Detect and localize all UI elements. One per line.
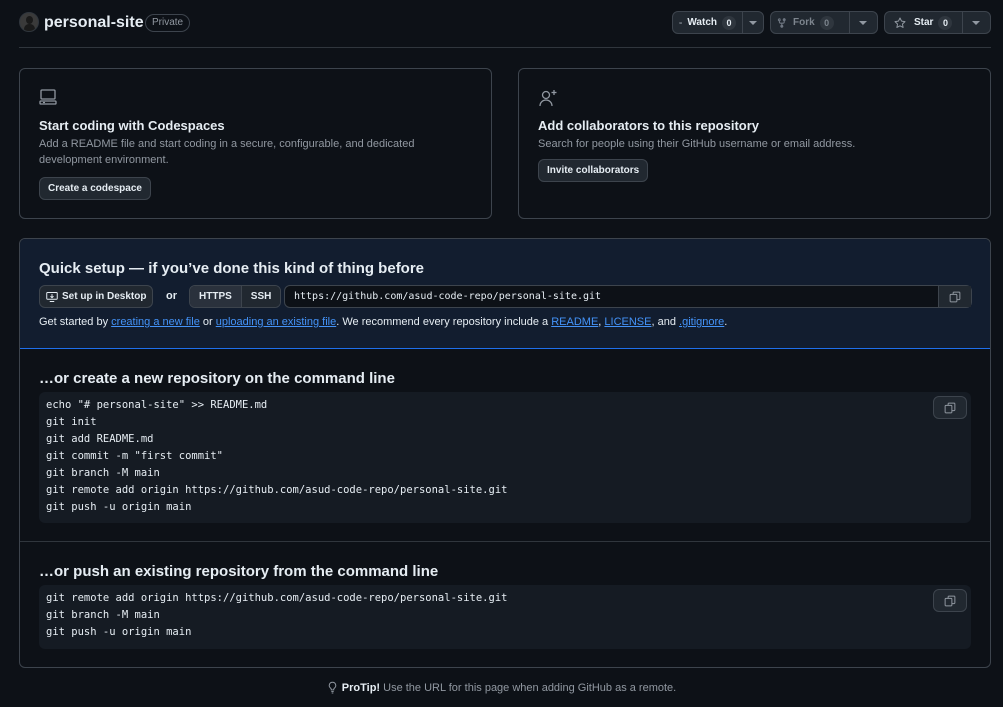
codespaces-title: Start coding with Codespaces [39,118,225,133]
header-divider [19,47,991,48]
watch-button-group: Watch 0 [672,11,764,34]
copy-icon [949,291,961,302]
star-button[interactable]: Star 0 [885,12,963,33]
fork-dropdown-button[interactable] [850,12,877,33]
copy-new-repo-button[interactable] [933,396,967,419]
copy-icon [944,402,956,413]
setup-in-desktop-label: Set up in Desktop [62,291,147,302]
create-codespace-button[interactable]: Create a codespace [39,177,151,200]
visibility-badge: Private [145,14,191,32]
star-button-group: Star 0 [884,11,991,34]
fork-label: Fork [793,17,815,28]
new-repo-section: …or create a new repository on the comma… [20,349,990,541]
code-line: git push -u origin main [46,626,192,638]
fork-button-group: Fork 0 [770,11,878,34]
code-line: git branch -M main [46,467,160,479]
chevron-down-icon [749,20,757,25]
clone-url-field [284,285,972,308]
star-icon [894,16,906,28]
owner-avatar[interactable] [19,12,39,32]
hint-text: , and [651,316,680,328]
codespaces-card: Start coding with Codespaces Add a READM… [19,68,492,219]
codespaces-icon [39,89,57,105]
codespaces-description: Add a README file and start coding in a … [39,138,415,166]
or-separator: or [166,290,177,302]
hint-text: . We recommend every repository include … [336,316,552,328]
code-line: git init [46,416,97,428]
upload-existing-file-link[interactable]: uploading an existing file [216,316,336,328]
setup-box: Quick setup — if you’ve done this kind o… [19,238,991,668]
protip: ProTip! Use the URL for this page when a… [0,681,1003,697]
watch-button[interactable]: Watch 0 [673,12,743,33]
create-new-file-link[interactable]: creating a new file [111,316,200,328]
hint-text: Get started by [39,316,112,328]
copy-push-existing-button[interactable] [933,589,967,612]
protip-text: Use the URL for this page when adding Gi… [380,681,677,694]
repo-header: personal-site Private Watch 0 Fork 0 Sta… [0,0,1003,48]
ssh-tab[interactable]: SSH [241,286,281,307]
code-line: git remote add origin https://github.com… [46,484,508,496]
star-count: 0 [938,15,953,30]
fork-button[interactable]: Fork 0 [771,12,850,33]
quick-setup-panel: Quick setup — if you’ve done this kind o… [20,239,990,349]
chevron-down-icon [972,20,981,25]
license-link[interactable]: LICENSE [604,316,651,328]
protocol-toggle: HTTPS SSH [189,285,282,308]
code-line: git remote add origin https://github.com… [46,592,508,604]
hint-text: or [199,316,216,328]
readme-link[interactable]: README [551,316,598,328]
protip-label: ProTip! [341,681,381,694]
code-line: git branch -M main [46,609,160,621]
setup-in-desktop-button[interactable]: Set up in Desktop [39,285,154,308]
collaborators-title: Add collaborators to this repository [538,118,760,133]
light-bulb-icon [328,681,337,694]
fork-icon [777,17,786,28]
code-line: git commit -m "first commit" [46,450,224,462]
collaborators-card: Add collaborators to this repository Sea… [518,68,991,219]
copy-url-button[interactable] [938,286,971,307]
repo-name[interactable]: personal-site [44,12,144,34]
star-dropdown-button[interactable] [963,12,990,33]
new-repo-title: …or create a new repository on the comma… [39,370,395,387]
https-tab[interactable]: HTTPS [190,286,242,307]
code-line: echo "# personal-site" >> README.md [46,399,268,411]
code-line: git push -u origin main [46,501,192,513]
fork-count: 0 [819,15,834,30]
desktop-download-icon [46,291,58,302]
hint-text: . [724,316,728,328]
star-label: Star [914,17,934,28]
quick-setup-title: Quick setup — if you’ve done this kind o… [39,260,425,277]
chevron-down-icon [859,20,868,25]
push-existing-code-block: git remote add origin https://github.com… [39,585,971,649]
watch-count: 0 [722,15,736,30]
code-line: git add README.md [46,433,154,445]
gitignore-link[interactable]: .gitignore [679,316,724,328]
collaborators-description: Search for people using their GitHub use… [538,138,856,150]
new-repo-code-block: echo "# personal-site" >> README.md git … [39,392,971,523]
push-existing-title: …or push an existing repository from the… [39,563,439,580]
watch-label: Watch [687,17,717,28]
invite-collaborators-button[interactable]: Invite collaborators [538,159,649,182]
person-add-icon [539,90,557,107]
push-existing-section: …or push an existing repository from the… [20,542,990,667]
setup-hint: Get started by creating a new file or up… [39,316,727,328]
clone-url-input[interactable] [285,286,938,307]
watch-dropdown-button[interactable] [743,12,763,33]
copy-icon [944,595,956,606]
eye-icon [679,21,683,24]
